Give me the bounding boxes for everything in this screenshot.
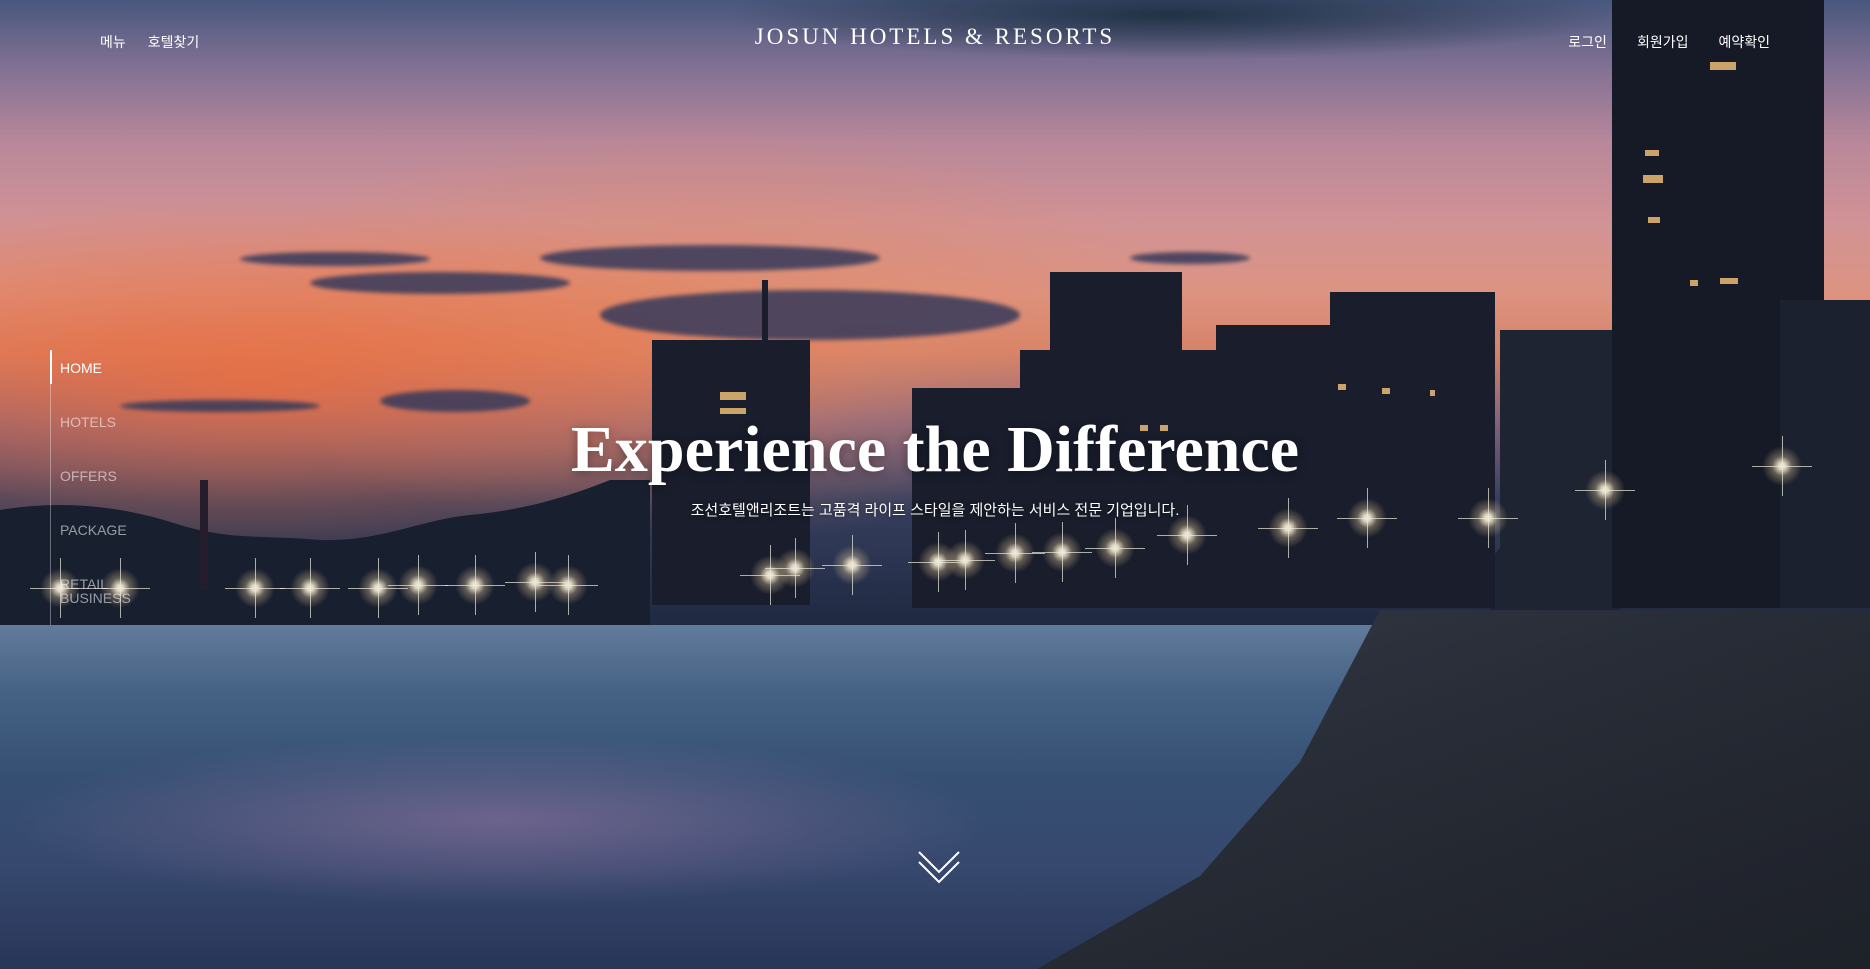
side-nav-item-home[interactable]: HOME bbox=[60, 360, 102, 376]
hero-headline: Experience the Difference bbox=[570, 413, 1300, 486]
side-nav-item-package[interactable]: PACKAGE bbox=[60, 522, 127, 538]
reservation-check-link[interactable]: 예약확인 bbox=[1718, 32, 1770, 52]
hero-subline: 조선호텔앤리조트는 고품격 라이프 스타일을 제안하는 서비스 전문 기업입니다… bbox=[690, 502, 1180, 519]
signup-link[interactable]: 회원가입 bbox=[1637, 32, 1689, 52]
login-link[interactable]: 로그인 bbox=[1568, 32, 1607, 52]
side-nav-item-business[interactable]: BUSINESS bbox=[60, 590, 131, 606]
header-right-nav: 로그인 회원가입 예약확인 bbox=[1568, 32, 1770, 52]
site-header: 메뉴 호텔찾기 JOSUN HOTELS & RESORTS 로그인 회원가입 … bbox=[0, 0, 1870, 80]
side-nav-active-indicator bbox=[50, 350, 52, 384]
hero-section: 메뉴 호텔찾기 JOSUN HOTELS & RESORTS 로그인 회원가입 … bbox=[0, 0, 1870, 969]
chevron-down-icon[interactable] bbox=[917, 850, 961, 886]
